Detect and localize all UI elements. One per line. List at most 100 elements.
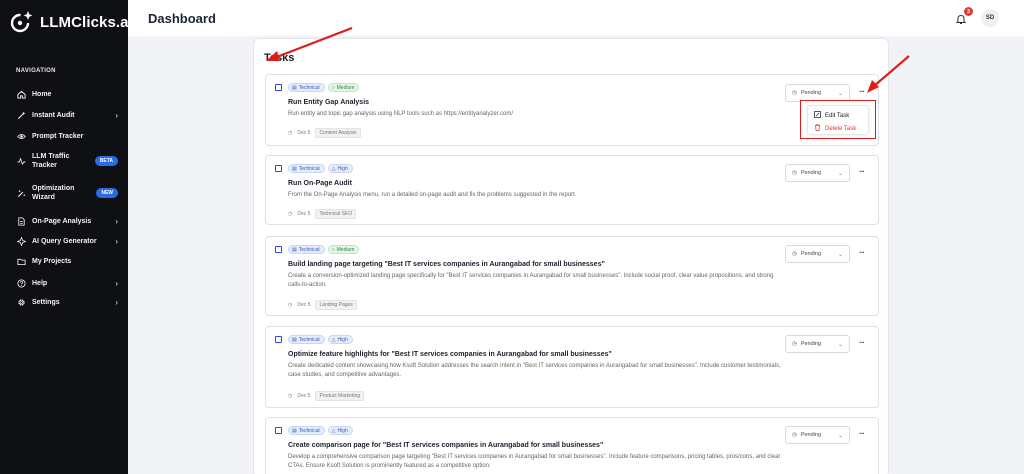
document-icon (16, 216, 26, 226)
task-category: Landing Pages (315, 300, 357, 310)
task-checkbox[interactable] (275, 246, 282, 253)
task-checkbox[interactable] (275, 84, 282, 91)
more-options-icon[interactable]: ··· (859, 248, 865, 257)
sidebar-item-optimization-wizard[interactable]: Optimization Wizard NEW (16, 184, 118, 202)
more-options-icon[interactable]: ··· (859, 87, 865, 96)
status-select[interactable]: ◷ Pending ⌄ (785, 164, 850, 182)
delete-task-menu-item[interactable]: Delete Task (814, 124, 856, 133)
circle-icon: ○ (331, 246, 335, 253)
tag-technical: ▤ Technical (288, 245, 325, 254)
task-category: Content Analysis (315, 128, 361, 138)
task-meta: ◷ Dec 5 Content Analysis (288, 128, 361, 138)
status-select[interactable]: ◷ Pending ⌄ (785, 245, 850, 263)
sidebar-item-help[interactable]: Help › (16, 278, 118, 288)
tasks-title: Tasks (264, 52, 295, 64)
sidebar: LLMClicks.ai NAVIGATION Home Instant Aud… (0, 0, 133, 474)
more-options-icon[interactable]: ··· (859, 167, 865, 176)
warning-icon: △ (331, 427, 336, 434)
activity-icon (16, 156, 26, 166)
edit-task-menu-item[interactable]: Edit Task (814, 111, 849, 120)
tag-priority: ○ Medium (327, 245, 360, 254)
tag-icon: ▤ (292, 336, 297, 343)
clock-icon: ◷ (792, 90, 797, 96)
task-date: Dec 5 (297, 302, 311, 308)
task-description: Run entity and topic gap analysis using … (288, 111, 514, 117)
circle-icon: ○ (331, 84, 335, 91)
task-tags: ▤ Technical ○ Medium (288, 83, 360, 92)
task-actions-menu: Edit Task Delete Task (807, 105, 869, 135)
brand-logo[interactable]: LLMClicks.ai (8, 9, 133, 35)
task-meta: ◷ Dec 5 Landing Pages (288, 300, 357, 310)
task-tags: ▤ Technical ○ Medium (288, 245, 360, 254)
task-tags: ▤ Technical △ High (288, 335, 353, 344)
trash-icon (814, 124, 821, 133)
avatar[interactable]: SD (981, 9, 999, 27)
sidebar-item-my-projects[interactable]: My Projects (16, 256, 118, 266)
task-card: ▤ Technical △ High Optimize feature highli… (265, 326, 879, 408)
sidebar-item-label: Prompt Tracker (32, 132, 84, 140)
task-title: Build landing page targeting "Best IT se… (288, 261, 605, 268)
tag-priority: ○ Medium (327, 83, 360, 92)
warning-icon: △ (331, 165, 336, 172)
task-category: Product Marketing (315, 391, 365, 401)
gear-icon (16, 297, 26, 307)
status-select[interactable]: ◷ Pending ⌄ (785, 426, 850, 444)
nav-heading: NAVIGATION (16, 68, 56, 74)
sidebar-item-label: Help (32, 279, 48, 287)
beta-badge: BETA (94, 156, 118, 166)
notification-count-badge: 3 (964, 7, 973, 16)
tag-priority: △ High (327, 335, 353, 344)
status-select[interactable]: ◷ Pending ⌄ (785, 335, 850, 353)
task-description: Create a conversion-optimized landing pa… (288, 273, 774, 288)
edit-icon (814, 111, 821, 120)
chevron-down-icon: ⌄ (837, 90, 843, 97)
task-category: Technical SEO (315, 209, 357, 219)
sidebar-item-ai-query-generator[interactable]: AI Query Generator › (16, 236, 118, 246)
new-badge: NEW (96, 188, 118, 198)
task-card: ▤ Technical △ High Create comparison page … (265, 417, 879, 474)
sidebar-item-label: Settings (32, 298, 60, 306)
tag-icon: ▤ (292, 427, 297, 434)
status-value: Pending (800, 432, 821, 438)
clock-icon: ◷ (792, 251, 797, 257)
task-meta: ◷ Dec 5 Technical SEO (288, 209, 357, 219)
task-meta: ◷ Dec 5 Product Marketing (288, 391, 365, 401)
sidebar-item-prompt-tracker[interactable]: Prompt Tracker (16, 131, 118, 141)
more-options-icon[interactable]: ··· (859, 338, 865, 347)
task-checkbox[interactable] (275, 427, 282, 434)
chevron-right-icon: › (115, 216, 118, 226)
chevron-right-icon: › (115, 297, 118, 307)
status-value: Pending (800, 90, 821, 96)
clock-icon: ◷ (792, 341, 797, 347)
sidebar-item-label: On-Page Analysis (32, 217, 92, 225)
chevron-down-icon: ⌄ (837, 170, 843, 177)
tag-priority: △ High (327, 164, 353, 173)
task-date: Dec 5 (297, 393, 311, 399)
tag-priority: △ High (327, 426, 353, 435)
task-checkbox[interactable] (275, 165, 282, 172)
sidebar-item-on-page-analysis[interactable]: On-Page Analysis › (16, 216, 118, 226)
sidebar-item-instant-audit[interactable]: Instant Audit › (16, 110, 118, 120)
sidebar-item-label: LLM Traffic Tracker (32, 153, 70, 169)
chevron-down-icon: ⌄ (837, 251, 843, 258)
tag-icon: ▤ (292, 246, 297, 253)
task-date: Dec 5 (297, 211, 311, 217)
task-checkbox[interactable] (275, 336, 282, 343)
wand-icon (16, 110, 26, 120)
task-date: Dec 5 (297, 130, 311, 136)
sidebar-item-home[interactable]: Home (16, 89, 118, 99)
sidebar-item-label: Instant Audit (32, 111, 75, 119)
task-description: Develop a comprehensive comparison page … (288, 454, 781, 469)
page-title: Dashboard (148, 11, 216, 26)
calendar-icon: ◷ (288, 302, 293, 308)
sidebar-item-label: Optimization Wizard (32, 185, 75, 201)
task-title: Optimize feature highlights for "Best IT… (288, 351, 612, 358)
logo-icon (8, 9, 34, 35)
tag-technical: ▤ Technical (288, 164, 325, 173)
calendar-icon: ◷ (288, 211, 293, 217)
sidebar-item-label: Home (32, 90, 52, 98)
sidebar-item-settings[interactable]: Settings › (16, 297, 118, 307)
task-title: Create comparison page for "Best IT serv… (288, 442, 604, 449)
sidebar-item-llm-traffic-tracker[interactable]: LLM Traffic Tracker BETA (16, 152, 118, 170)
more-options-icon[interactable]: ··· (859, 429, 865, 438)
